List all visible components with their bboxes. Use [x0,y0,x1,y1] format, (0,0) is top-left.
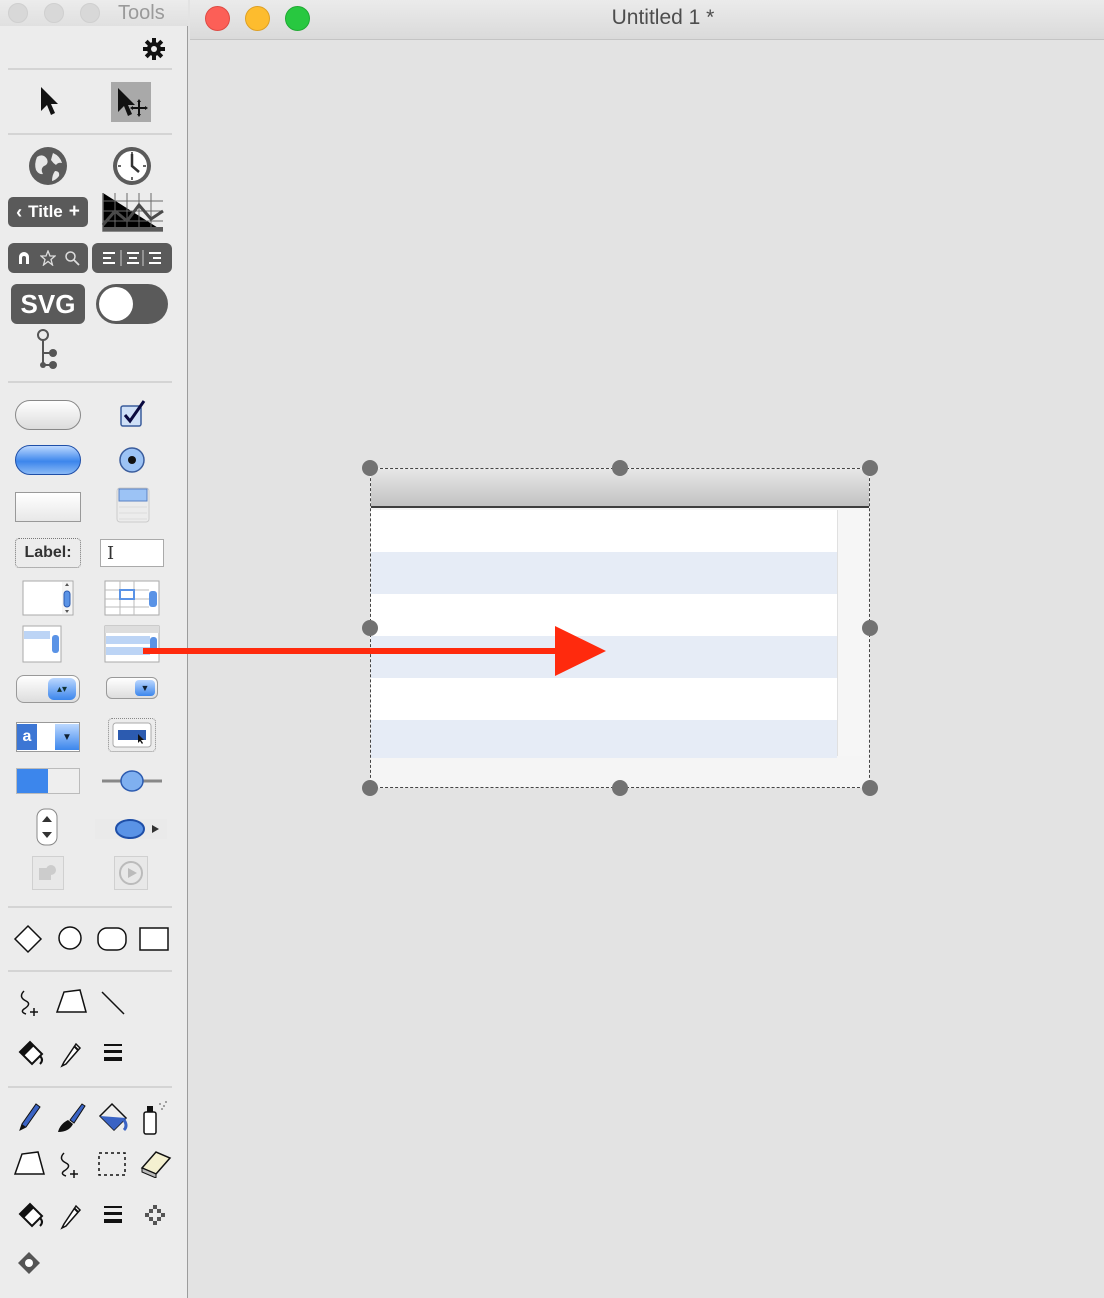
drag-arrow [143,626,606,676]
